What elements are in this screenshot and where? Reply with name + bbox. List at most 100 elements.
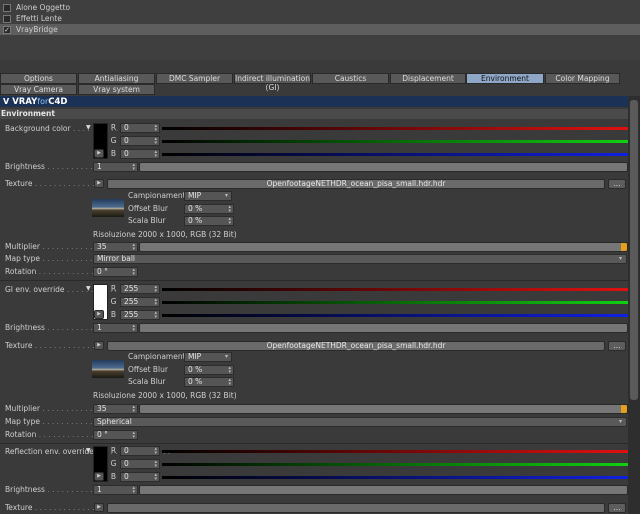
reflection-brightness-input[interactable]: 1 ▴ ▾ [93,485,138,495]
gi-texture-thumbnail [92,360,124,378]
gi-map-type-select[interactable]: Spherical ▾ [93,417,627,427]
section-title-environment: Environment [0,109,628,119]
vray-logo-for: for [37,97,49,106]
vray-logo-bar: V VRAY for C4D [0,96,628,107]
multiplier-slider[interactable] [139,242,628,252]
plugin-checkbox-checked[interactable]: ✓ [3,25,11,34]
gi-r-slider[interactable] [162,288,628,291]
reflection-b-slider[interactable] [162,476,628,479]
tab-environment[interactable]: Environment [466,73,544,84]
gi-texture-file-button[interactable]: OpenfootageNETHDR_ocean_pisa_small.hdr.h… [107,341,605,351]
multiplier-input[interactable]: 35 ▴ ▾ [93,242,138,252]
plugin-label: Effetti Lente [16,14,62,23]
background-b-input[interactable]: 0 ▴ ▾ [120,149,160,159]
gi-texture-more-button[interactable]: ... [608,341,626,351]
texture-thumbnail [92,199,124,217]
gi-g-input[interactable]: 255 ▴ ▾ [120,297,160,307]
divider [0,280,628,281]
slider-fill [621,405,627,413]
gi-g-slider[interactable] [162,301,628,304]
plugin-row-alone-oggetto[interactable]: Alone Oggetto [0,2,640,13]
reflection-b-input[interactable]: 0 ▴ ▾ [120,472,160,482]
scala-blur-input[interactable]: 0 % ▴ ▾ [184,216,234,226]
gi-b-input[interactable]: 255 ▴ ▾ [120,310,160,320]
tab-options[interactable]: Options [0,73,77,84]
slider-fill [621,243,627,251]
scrollbar-thumb[interactable] [630,100,638,400]
expand-triangle-icon[interactable]: ▼ [86,285,91,292]
brightness-slider[interactable] [139,162,628,172]
label-scala-blur: Scala Blur [128,216,166,225]
offset-blur-input[interactable]: 0 % ▴ ▾ [184,204,234,214]
divider [0,443,628,444]
label-scala-blur: Scala Blur [128,377,166,386]
background-g-input[interactable]: 0 ▴ ▾ [120,136,160,146]
tab-dmc-sampler[interactable]: DMC Sampler [156,73,233,84]
channel-g-label: G [110,459,117,468]
rotation-input[interactable]: 0 ° ▴ ▾ [93,267,138,277]
plugin-checkbox[interactable] [3,14,11,23]
background-r-slider[interactable] [162,127,628,130]
expand-triangle-icon[interactable]: ▼ [86,124,91,131]
texture-more-button[interactable]: ... [608,179,626,189]
vray-logo-text: VRAY [12,96,38,107]
map-type-select[interactable]: Mirror ball ▾ [93,254,627,264]
play-icon[interactable]: ▶ [94,472,104,481]
gi-campionamento-select[interactable]: MIP ▾ [184,352,232,362]
texture-resolution: Risoluzione 2000 x 1000, RGB (32 Bit) [93,230,237,239]
tab-caustics[interactable]: Caustics [312,73,389,84]
gi-brightness-slider[interactable] [139,323,628,333]
plugin-row-vraybridge[interactable]: ✓ VrayBridge [0,24,640,35]
tab-vray-system[interactable]: Vray system [78,84,155,95]
plugin-checkbox[interactable] [3,3,11,12]
background-r-input[interactable]: 0 ▴ ▾ [120,123,160,133]
gi-offset-blur-input[interactable]: 0 % ▴ ▾ [184,365,234,375]
reflection-g-input[interactable]: 0 ▴ ▾ [120,459,160,469]
campionamento-select[interactable]: MIP ▾ [184,191,232,201]
tab-color-mapping[interactable]: Color Mapping [545,73,620,84]
gi-scala-blur-input[interactable]: 0 % ▴ ▾ [184,377,234,387]
channel-g-label: G [110,297,117,306]
gi-multiplier-input[interactable]: 35 ▴ ▾ [93,404,138,414]
label-offset-blur: Offset Blur [128,204,168,213]
reflection-texture-more-button[interactable]: ... [608,503,626,513]
channel-b-label: B [110,472,117,481]
reflection-g-slider[interactable] [162,463,628,466]
plugin-label: Alone Oggetto [16,3,71,12]
play-icon[interactable]: ▶ [94,341,104,350]
expand-triangle-icon[interactable]: ▼ [86,447,91,454]
play-icon[interactable]: ▶ [94,503,104,512]
reflection-texture-file-button[interactable] [107,503,605,513]
reflection-r-slider[interactable] [162,450,628,453]
channel-b-label: B [110,310,117,319]
vray-logo-c4d: C4D [48,96,68,107]
tab-displacement[interactable]: Displacement [390,73,466,84]
play-icon[interactable]: ▶ [94,179,104,188]
play-icon[interactable]: ▶ [94,149,104,158]
plugin-label: VrayBridge [16,25,58,34]
vray-logo-icon: V [3,97,10,106]
reflection-brightness-slider[interactable] [139,485,628,495]
channel-r-label: R [110,284,117,293]
reflection-r-input[interactable]: 0 ▴ ▾ [120,446,160,456]
gi-rotation-input[interactable]: 0 ° ▴ ▾ [93,430,138,440]
texture-file-button[interactable]: OpenfootageNETHDR_ocean_pisa_small.hdr.h… [107,179,605,189]
gi-r-input[interactable]: 255 ▴ ▾ [120,284,160,294]
tab-vray-camera[interactable]: Vray Camera [0,84,77,95]
tab-indirect-illumination[interactable]: Indirect illumination (GI) [234,73,311,92]
brightness-input[interactable]: 1 ▴ ▾ [93,162,138,172]
gi-texture-resolution: Risoluzione 2000 x 1000, RGB (32 Bit) [93,391,237,400]
play-icon[interactable]: ▶ [94,310,104,319]
background-g-slider[interactable] [162,140,628,143]
channel-r-label: R [110,123,117,132]
label-campionamento: Campionamento [128,352,191,361]
channel-g-label: G [110,136,117,145]
plugin-row-effetti-lente[interactable]: Effetti Lente [0,13,640,24]
gi-brightness-input[interactable]: 1 ▴ ▾ [93,323,138,333]
background-b-slider[interactable] [162,153,628,156]
channel-b-label: B [110,149,117,158]
label-campionamento: Campionamento [128,191,191,200]
tab-antialiasing[interactable]: Antialiasing [78,73,155,84]
gi-multiplier-slider[interactable] [139,404,628,414]
gi-b-slider[interactable] [162,314,628,317]
